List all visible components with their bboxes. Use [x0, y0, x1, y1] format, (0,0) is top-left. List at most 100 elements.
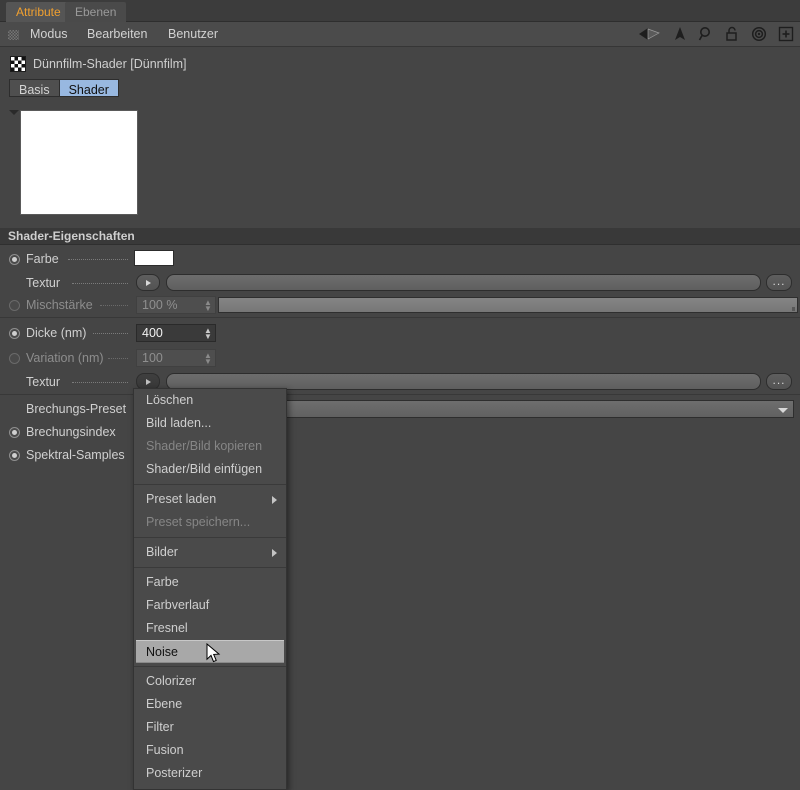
row-dicke: Dicke (nm) 400 ▲ ▼: [0, 322, 800, 344]
menu-item[interactable]: Farbe: [134, 571, 286, 594]
menu-item-label: Bild laden...: [146, 416, 212, 430]
brechungs-preset-dropdown[interactable]: [282, 400, 794, 418]
row-spektral-samples: Spektral-Samples: [0, 444, 800, 466]
menu-bar: Modus Bearbeiten Benutzer: [0, 22, 800, 47]
row-brechungs-preset: Brechungs-Preset: [0, 398, 800, 420]
checkerboard-icon: [10, 56, 26, 72]
menu-item-label: Farbe: [146, 575, 179, 589]
mischstaerke-stepper[interactable]: ▲ ▼: [204, 299, 212, 313]
menu-separator: [134, 484, 286, 485]
submenu-arrow-icon: [272, 496, 277, 504]
menu-item-label: Filter: [146, 720, 174, 734]
search-icon[interactable]: [698, 25, 714, 46]
menu-item-label: Shader/Bild einfügen: [146, 462, 263, 476]
menu-item-label: Colorizer: [146, 674, 197, 688]
label-brechungsindex: Brechungsindex: [26, 425, 116, 439]
target-icon[interactable]: [751, 25, 767, 46]
row-brechungsindex: Brechungsindex: [0, 421, 800, 443]
menu-item[interactable]: Posterizer: [134, 762, 286, 785]
color-swatch-farbe[interactable]: [134, 250, 174, 266]
textur-farbe-field[interactable]: [166, 274, 761, 291]
group-header-label: Shader-Eigenschaften: [8, 229, 135, 243]
radio-spektral-samples[interactable]: [9, 450, 20, 461]
menu-item: Preset speichern...: [134, 511, 286, 534]
shader-context-menu[interactable]: Löschen Bild laden... Shader/Bild kopieren…: [133, 388, 287, 790]
up-arrow-icon[interactable]: [673, 25, 687, 46]
menu-item[interactable]: Löschen: [134, 389, 286, 412]
menu-item-label: Löschen: [146, 393, 194, 407]
textur-farbe-browse-button[interactable]: ...: [766, 274, 792, 291]
preview-collapse-icon[interactable]: [9, 110, 19, 115]
textur-farbe-menu-button[interactable]: [136, 274, 160, 291]
tab-basis[interactable]: Basis: [9, 79, 59, 97]
menu-item-label: Preset laden: [146, 492, 217, 506]
menu-item-label: Noise: [146, 645, 178, 659]
menu-item[interactable]: Bilder: [134, 541, 286, 564]
menu-item-label: Preset speichern...: [146, 515, 251, 529]
menu-item[interactable]: Colorizer: [134, 670, 286, 693]
menu-separator: [134, 567, 286, 568]
back-arrow-icon[interactable]: [637, 25, 661, 46]
toolbar-icons: [629, 25, 794, 45]
menu-item-bearbeiten[interactable]: Bearbeiten: [83, 26, 151, 43]
menu-item[interactable]: Filter: [134, 716, 286, 739]
grip-dots-icon[interactable]: [8, 30, 19, 40]
tab-attribute[interactable]: Attribute: [6, 2, 71, 22]
dicke-input[interactable]: 400 ▲ ▼: [136, 324, 216, 342]
label-dicke: Dicke (nm): [26, 326, 87, 340]
row-textur-dicke: Textur ...: [0, 371, 800, 393]
label-spektral-samples: Spektral-Samples: [26, 448, 125, 462]
menu-item-modus[interactable]: Modus: [26, 26, 72, 43]
menu-item-label: Farbverlauf: [146, 598, 210, 612]
menu-item[interactable]: Preset laden: [134, 488, 286, 511]
row-textur-farbe: Textur ...: [0, 272, 800, 294]
radio-variation[interactable]: [9, 353, 20, 364]
row-variation: Variation (nm) 100 ▲ ▼: [0, 347, 800, 369]
label-textur-farbe: Textur: [26, 276, 61, 290]
menu-item-benutzer[interactable]: Benutzer: [164, 26, 222, 43]
radio-mischstaerke[interactable]: [9, 300, 20, 311]
page-title: Dünnfilm-Shader [Dünnfilm]: [33, 57, 187, 71]
attribute-manager-panel: Attribute Ebenen Modus Bearbeiten Benutz…: [0, 0, 800, 790]
menu-item[interactable]: Ebene: [134, 693, 286, 716]
menu-item[interactable]: Shader/Bild einfügen: [134, 458, 286, 481]
menu-item-label: Fusion: [146, 743, 184, 757]
label-mischstaerke: Mischstärke: [26, 298, 93, 312]
variation-input[interactable]: 100 ▲ ▼: [136, 349, 216, 367]
panel-tabstrip: Attribute Ebenen: [0, 0, 800, 22]
variation-stepper[interactable]: ▲ ▼: [204, 352, 212, 366]
label-brechungs-preset: Brechungs-Preset: [26, 402, 127, 416]
row-farbe: Farbe: [0, 248, 800, 270]
mischstaerke-input[interactable]: 100 % ▲ ▼: [136, 296, 216, 314]
mouse-pointer-icon: [206, 642, 222, 668]
menu-item[interactable]: Farbverlauf: [134, 594, 286, 617]
group-header-shader-properties: Shader-Eigenschaften: [0, 228, 800, 245]
mischstaerke-value: 100 %: [142, 298, 178, 312]
menu-item-label: Fresnel: [146, 621, 188, 635]
plus-icon[interactable]: [778, 25, 794, 46]
label-farbe: Farbe: [26, 252, 59, 266]
radio-farbe[interactable]: [9, 254, 20, 265]
menu-item-label: Shader/Bild kopieren: [146, 439, 263, 453]
dicke-stepper[interactable]: ▲ ▼: [204, 327, 212, 341]
tab-shader[interactable]: Shader: [58, 79, 119, 97]
menu-item-label: Bilder: [146, 545, 178, 559]
shader-preview[interactable]: [20, 110, 138, 215]
menu-item[interactable]: Fusion: [134, 739, 286, 762]
label-textur-dicke: Textur: [26, 375, 61, 389]
lock-icon[interactable]: [725, 25, 739, 46]
submenu-arrow-icon: [272, 549, 277, 557]
textur-dicke-browse-button[interactable]: ...: [766, 373, 792, 390]
radio-dicke[interactable]: [9, 328, 20, 339]
row-mischstaerke: Mischstärke 100 % ▲ ▼: [0, 294, 800, 316]
radio-brechungsindex[interactable]: [9, 427, 20, 438]
object-subtabs: Basis Shader: [9, 79, 119, 97]
menu-item[interactable]: Fresnel: [134, 617, 286, 640]
tab-ebenen[interactable]: Ebenen: [65, 2, 127, 22]
label-variation: Variation (nm): [26, 351, 104, 365]
mischstaerke-slider[interactable]: [218, 297, 798, 313]
menu-item[interactable]: Bild laden...: [134, 412, 286, 435]
menu-separator: [134, 537, 286, 538]
menu-item: Shader/Bild kopieren: [134, 435, 286, 458]
menu-item-label: Posterizer: [146, 766, 203, 780]
